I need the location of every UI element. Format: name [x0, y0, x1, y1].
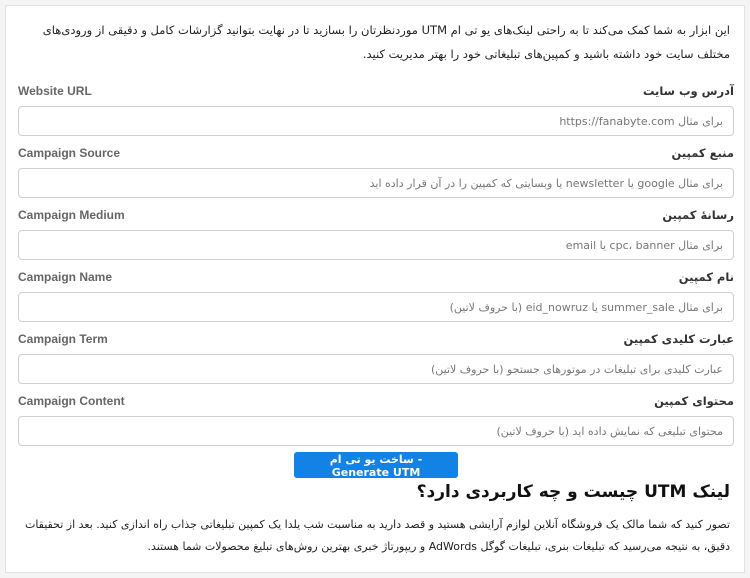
field-website-url: Website URL آدرس وب سایت [18, 84, 734, 136]
campaign-medium-label-en: Campaign Medium [18, 208, 125, 222]
campaign-content-input[interactable] [18, 416, 734, 446]
field-campaign-medium: Campaign Medium رسانهٔ کمپین [18, 208, 734, 260]
campaign-term-label-en: Campaign Term [18, 332, 108, 346]
section-paragraph: تصور کنید که شما مالک یک فروشگاه آنلاین … [24, 518, 730, 553]
intro-text: این ابزار به شما کمک می‌کند تا به راحتی … [42, 23, 730, 61]
field-campaign-source: Campaign Source منبع کمپین [18, 146, 734, 198]
field-campaign-term: Campaign Term عبارت کلیدی کمپین [18, 332, 734, 384]
field-campaign-content: Campaign Content محتوای کمپین [18, 394, 734, 446]
campaign-content-label-en: Campaign Content [18, 394, 125, 408]
website-url-label-en: Website URL [18, 84, 92, 98]
campaign-term-label-fa: عبارت کلیدی کمپین [623, 332, 734, 346]
campaign-source-label-en: Campaign Source [18, 146, 121, 160]
campaign-medium-label-fa: رسانهٔ کمپین [662, 208, 734, 222]
utm-builder-card: این ابزار به شما کمک می‌کند تا به راحتی … [5, 5, 745, 573]
field-campaign-name: Campaign Name نام کمپین [18, 270, 734, 322]
campaign-name-input[interactable] [18, 292, 734, 322]
campaign-name-label-fa: نام کمپین [678, 270, 734, 284]
campaign-source-label-fa: منبع کمپین [671, 146, 734, 160]
section-heading: لینک UTM چیست و چه کاربردی دارد؟ [416, 482, 730, 502]
campaign-medium-input[interactable] [18, 230, 734, 260]
website-url-input[interactable] [18, 106, 734, 136]
campaign-source-input[interactable] [18, 168, 734, 198]
generate-utm-button[interactable]: ساخت یو تی ام - Generate UTM [294, 452, 458, 479]
campaign-name-label-en: Campaign Name [18, 270, 113, 284]
website-url-label-fa: آدرس وب سایت [642, 84, 734, 98]
campaign-content-label-fa: محتوای کمپین [654, 394, 734, 408]
campaign-term-input[interactable] [18, 354, 734, 384]
